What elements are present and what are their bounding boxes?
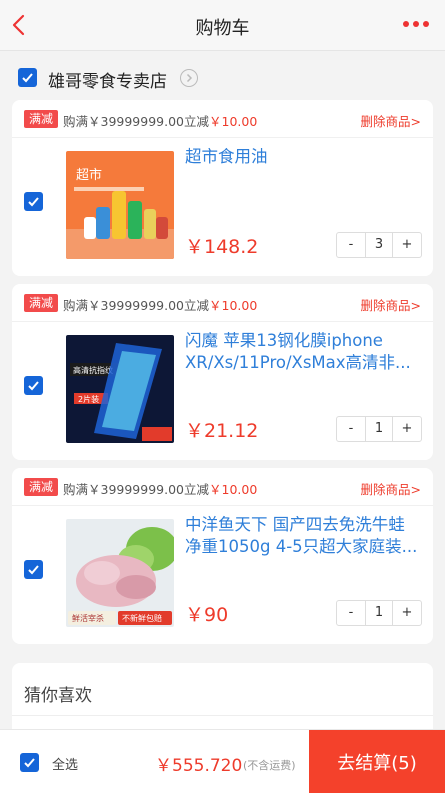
promo-tag: 满减 (24, 478, 58, 496)
promo-bar: 满减 购满￥39999999.00立减￥10.00 删除商品> (12, 284, 433, 322)
product-price: ￥21.12 (185, 420, 259, 442)
more-options-icon[interactable] (401, 14, 431, 34)
decrease-button[interactable]: - (337, 601, 365, 625)
cart-item-card: 满减 购满￥39999999.00立减￥10.00 删除商品> 高清抗指纹 2片… (12, 284, 433, 460)
quantity-stepper: - 1 + (336, 416, 422, 442)
quantity-value[interactable]: 1 (365, 601, 393, 625)
promo-amount: ￥10.00 (209, 298, 258, 313)
store-chevron-right-icon[interactable] (180, 69, 198, 87)
divider (12, 715, 433, 716)
cart-item-card: 满减 购满￥39999999.00立减￥10.00 删除商品> 超市 超市食用油… (12, 100, 433, 276)
checkout-bar: 全选 ￥555.720 (不含运费) 去结算(5) (0, 729, 445, 793)
quantity-stepper: - 3 + (336, 232, 422, 258)
product-image[interactable]: 高清抗指纹 2片装 (66, 335, 174, 443)
promo-text: 购满￥39999999.00立减￥10.00 (63, 111, 257, 130)
promo-bar: 满减 购满￥39999999.00立减￥10.00 删除商品> (12, 100, 433, 138)
select-all-label[interactable]: 全选 (52, 754, 78, 773)
promo-prefix: 购满￥39999999.00立减 (63, 298, 210, 313)
item-checkbox[interactable] (24, 376, 43, 395)
page-title: 购物车 (195, 18, 250, 39)
promo-amount: ￥10.00 (209, 114, 258, 129)
product-name[interactable]: 超市食用油 (185, 146, 425, 168)
quantity-value[interactable]: 3 (365, 233, 393, 257)
increase-button[interactable]: + (393, 601, 421, 625)
delete-item-link[interactable]: 删除商品> (361, 111, 421, 130)
quantity-stepper: - 1 + (336, 600, 422, 626)
promo-prefix: 购满￥39999999.00立减 (63, 482, 210, 497)
product-image[interactable]: 鲜活宰杀 不新鲜包赔 (66, 519, 174, 627)
promo-amount: ￥10.00 (209, 482, 258, 497)
promo-text: 购满￥39999999.00立减￥10.00 (63, 479, 257, 498)
quantity-value[interactable]: 1 (365, 417, 393, 441)
decrease-button[interactable]: - (337, 233, 365, 257)
image-badge: 鲜活宰杀 (72, 613, 104, 623)
select-all-checkbox[interactable] (20, 753, 39, 772)
promo-prefix: 购满￥39999999.00立减 (63, 114, 210, 129)
image-badge: 超市 (76, 167, 102, 183)
store-row: 雄哥零食专卖店 (0, 52, 445, 98)
promo-bar: 满减 购满￥39999999.00立减￥10.00 删除商品> (12, 468, 433, 506)
image-badge: 2片装 (78, 394, 99, 404)
increase-button[interactable]: + (393, 233, 421, 257)
item-checkbox[interactable] (24, 560, 43, 579)
delete-item-link[interactable]: 删除商品> (361, 479, 421, 498)
product-price: ￥90 (185, 604, 229, 626)
product-price: ￥148.2 (185, 236, 259, 258)
product-image[interactable]: 超市 (66, 151, 174, 259)
promo-text: 购满￥39999999.00立减￥10.00 (63, 295, 257, 314)
recommendations-title: 猜你喜欢 (24, 686, 92, 706)
increase-button[interactable]: + (393, 417, 421, 441)
image-badge: 不新鲜包赔 (122, 613, 162, 623)
store-name[interactable]: 雄哥零食专卖店 (48, 67, 167, 92)
total-price: ￥555.720 (155, 756, 243, 776)
top-nav-bar: 购物车 (0, 0, 445, 51)
product-name[interactable]: 中洋鱼天下 国产四去免洗牛蛙 净重1050g 4-5只超大家庭装... (185, 514, 425, 558)
promo-tag: 满减 (24, 110, 58, 128)
store-checkbox[interactable] (18, 68, 37, 87)
product-name[interactable]: 闪魔 苹果13钢化膜iphone XR/Xs/11Pro/XsMax高清非... (185, 330, 425, 374)
promo-tag: 满减 (24, 294, 58, 312)
checkout-button[interactable]: 去结算(5) (309, 730, 445, 793)
shipping-note: (不含运费) (243, 759, 296, 772)
cart-item-card: 满减 购满￥39999999.00立减￥10.00 删除商品> 鲜活宰杀 不新鲜… (12, 468, 433, 644)
delete-item-link[interactable]: 删除商品> (361, 295, 421, 314)
image-badge: 高清抗指纹 (73, 365, 113, 375)
decrease-button[interactable]: - (337, 417, 365, 441)
item-checkbox[interactable] (24, 192, 43, 211)
